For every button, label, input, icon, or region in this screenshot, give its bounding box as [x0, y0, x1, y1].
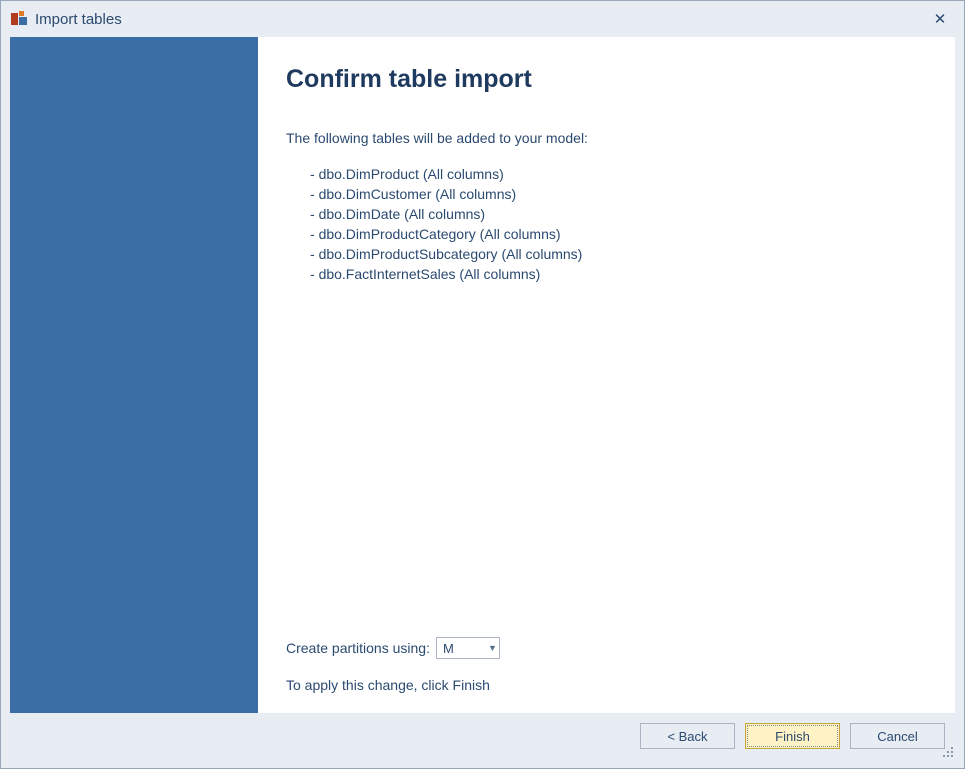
partition-language-select[interactable]: M ▼: [436, 637, 500, 659]
cancel-button[interactable]: Cancel: [850, 723, 945, 749]
app-icon: [11, 11, 27, 27]
window-title: Import tables: [35, 11, 926, 28]
close-button[interactable]: ✕: [926, 7, 954, 31]
back-button-label: < Back: [667, 729, 707, 744]
finish-button-label: Finish: [775, 729, 810, 744]
intro-text: The following tables will be added to yo…: [286, 130, 927, 146]
wizard-button-row: < Back Finish Cancel: [10, 713, 955, 759]
wizard-window: Import tables ✕ Confirm table import The…: [0, 0, 965, 769]
finish-button[interactable]: Finish: [745, 723, 840, 749]
partition-label: Create partitions using:: [286, 640, 430, 656]
cancel-button-label: Cancel: [877, 729, 917, 744]
tables-list: dbo.DimProduct (All columns) dbo.DimCust…: [286, 164, 927, 284]
wizard-side-panel: [10, 37, 258, 713]
titlebar[interactable]: Import tables ✕: [1, 1, 964, 37]
partition-language-value: M: [443, 641, 454, 656]
list-item: dbo.DimCustomer (All columns): [310, 184, 927, 204]
partition-row: Create partitions using: M ▼: [286, 637, 927, 659]
list-item: dbo.DimProductSubcategory (All columns): [310, 244, 927, 264]
page-heading: Confirm table import: [286, 65, 927, 94]
list-item: dbo.DimDate (All columns): [310, 204, 927, 224]
apply-hint: To apply this change, click Finish: [286, 677, 927, 693]
wizard-main-panel: Confirm table import The following table…: [258, 37, 955, 713]
close-icon: ✕: [934, 10, 947, 28]
list-item: dbo.DimProductCategory (All columns): [310, 224, 927, 244]
list-item: dbo.FactInternetSales (All columns): [310, 264, 927, 284]
list-item: dbo.DimProduct (All columns): [310, 164, 927, 184]
wizard-body: Confirm table import The following table…: [1, 37, 964, 768]
back-button[interactable]: < Back: [640, 723, 735, 749]
chevron-down-icon: ▼: [488, 643, 497, 653]
content-row: Confirm table import The following table…: [10, 37, 955, 713]
